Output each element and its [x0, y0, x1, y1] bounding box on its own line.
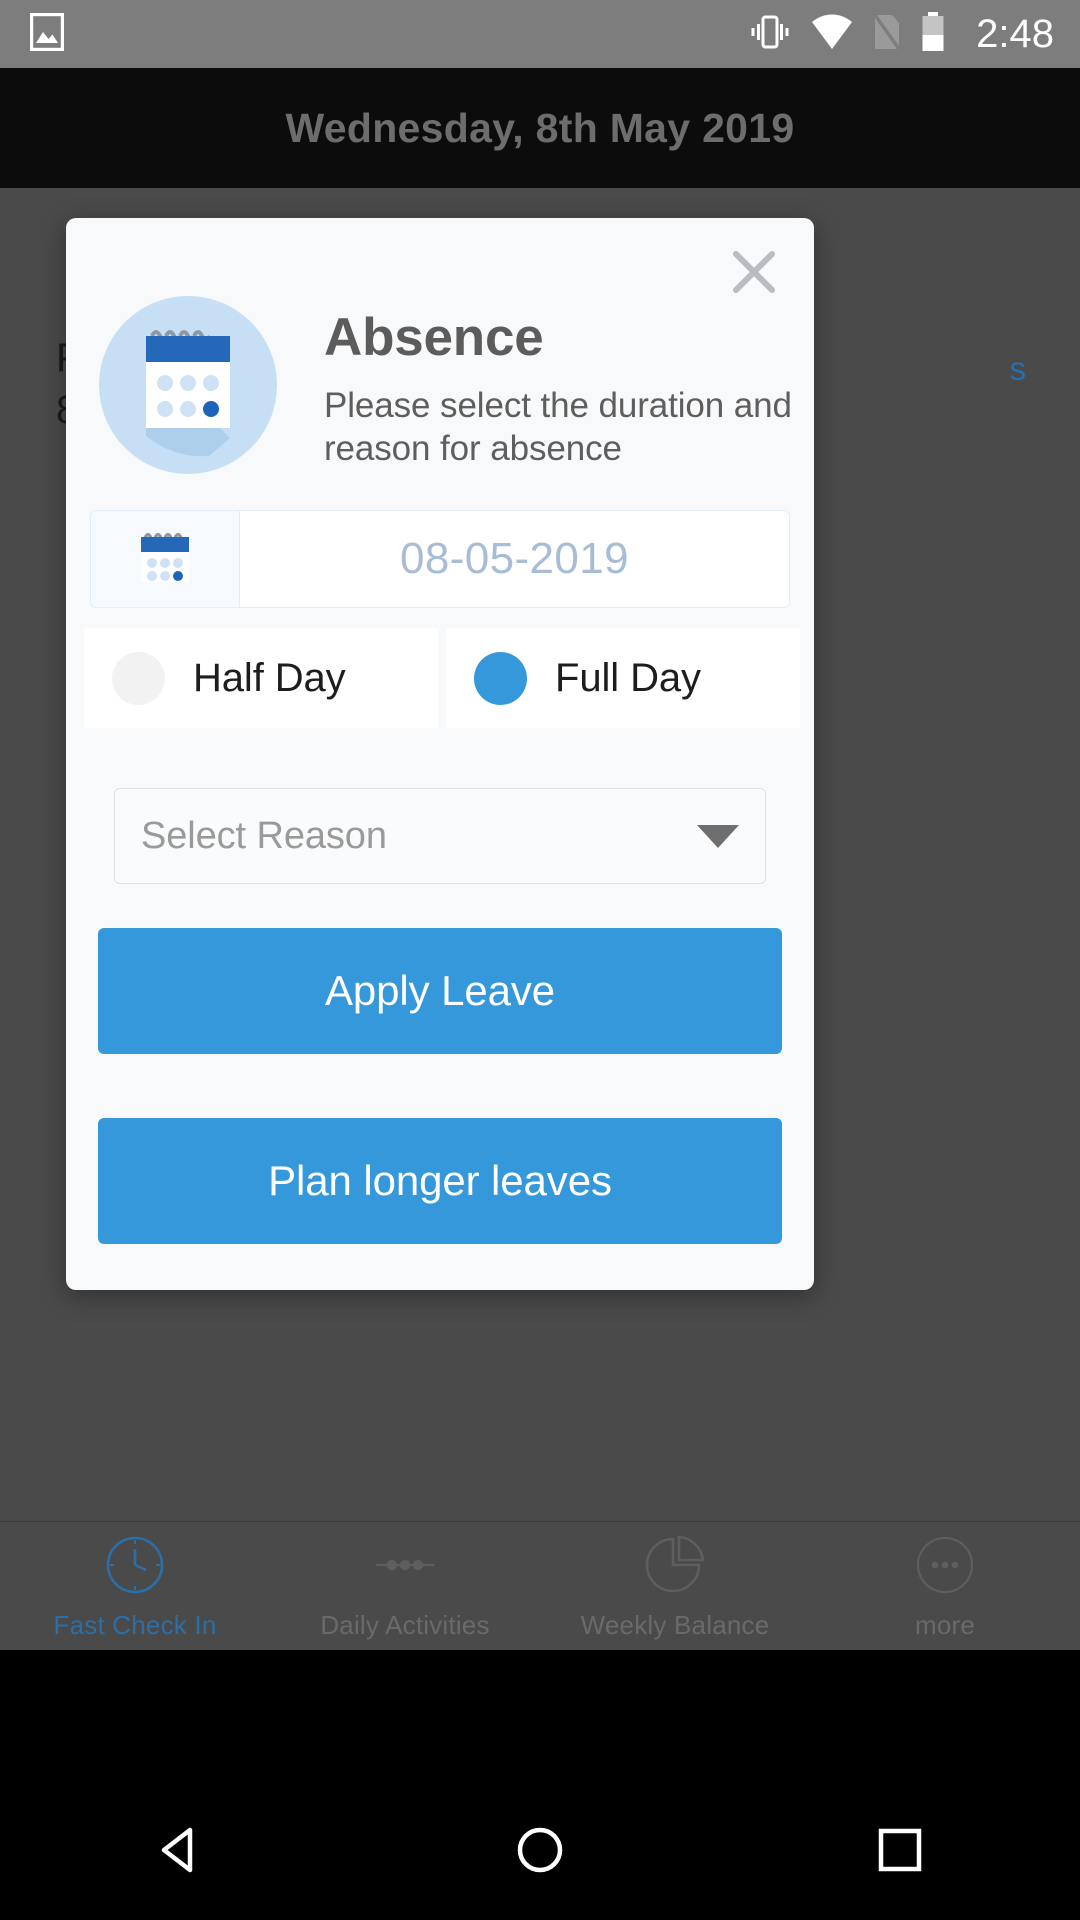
background-link: s — [1009, 350, 1027, 387]
tab-label-daily-activities: Daily Activities — [320, 1609, 490, 1640]
clock-icon — [102, 1532, 168, 1598]
radio-half-day[interactable]: Half Day — [84, 628, 438, 728]
sim-card-off-icon — [872, 12, 902, 57]
back-triangle-icon[interactable] — [120, 1805, 240, 1895]
radio-full-day[interactable]: Full Day — [446, 628, 800, 728]
app-date-title: Wednesday, 8th May 2019 — [285, 104, 795, 151]
plan-longer-leaves-button[interactable]: Plan longer leaves — [98, 1118, 782, 1244]
vibrate-icon — [748, 12, 792, 57]
more-dots-icon — [912, 1532, 978, 1598]
app-date-header: Wednesday, 8th May 2019 — [0, 68, 1080, 188]
calendar-icon — [133, 526, 197, 593]
tab-weekly-balance[interactable]: Weekly Balance — [540, 1522, 810, 1650]
tab-more[interactable]: more — [810, 1522, 1080, 1650]
image-icon — [30, 12, 64, 56]
radio-circle-full-day[interactable] — [474, 651, 527, 705]
date-field-row[interactable]: 08-05-2019 — [90, 510, 790, 608]
radio-circle-half-day[interactable] — [112, 651, 165, 705]
tab-fast-check-in[interactable]: Fast Check In — [0, 1522, 270, 1650]
reason-select[interactable]: Select Reason — [114, 788, 766, 884]
wifi-icon — [810, 13, 854, 56]
apply-leave-label: Apply Leave — [324, 967, 556, 1014]
recents-square-icon[interactable] — [840, 1805, 960, 1895]
activity-dots-icon — [372, 1532, 438, 1598]
reason-select-value: Select Reason — [141, 814, 387, 857]
duration-options: Half Day Full Day — [84, 628, 800, 728]
status-bar: 2:48 — [0, 0, 1080, 68]
status-bar-left — [30, 12, 64, 56]
pie-chart-icon — [642, 1532, 708, 1598]
plan-longer-leaves-label: Plan longer leaves — [268, 1157, 612, 1204]
tab-label-more: more — [914, 1609, 976, 1640]
tab-label-fast-check-in: Fast Check In — [53, 1609, 217, 1640]
status-bar-clock: 2:48 — [976, 12, 1054, 56]
date-input[interactable]: 08-05-2019 — [240, 511, 789, 607]
absence-dialog: Absence Please select the duration and r… — [66, 218, 814, 1290]
battery-icon — [920, 11, 946, 58]
radio-label-half-day: Half Day — [193, 655, 346, 700]
dialog-subtitle: Please select the duration and reason fo… — [324, 385, 792, 469]
bottom-tab-bar[interactable]: Fast Check In Daily Activities Weekly Ba… — [0, 1521, 1080, 1650]
dialog-title: Absence — [324, 308, 544, 367]
dialog-header: Absence Please select the duration and r… — [66, 296, 814, 506]
date-value-text: 08-05-2019 — [399, 534, 630, 583]
date-picker-button[interactable] — [91, 511, 240, 607]
radio-label-full-day: Full Day — [555, 655, 701, 700]
dialog-header-text: Absence Please select the duration and r… — [324, 310, 792, 471]
android-navigation-bar — [0, 1780, 1080, 1920]
tab-daily-activities[interactable]: Daily Activities — [270, 1522, 540, 1650]
home-circle-icon[interactable] — [480, 1805, 600, 1895]
status-bar-right: 2:48 — [748, 11, 1054, 58]
phone-screen: 2:48 Wednesday, 8th May 2019 P 8 s — [0, 0, 1080, 1920]
tab-label-weekly-balance: Weekly Balance — [580, 1609, 770, 1640]
chevron-down-icon[interactable] — [697, 824, 739, 848]
apply-leave-button[interactable]: Apply Leave — [98, 928, 782, 1054]
calendar-illustration — [99, 296, 277, 474]
